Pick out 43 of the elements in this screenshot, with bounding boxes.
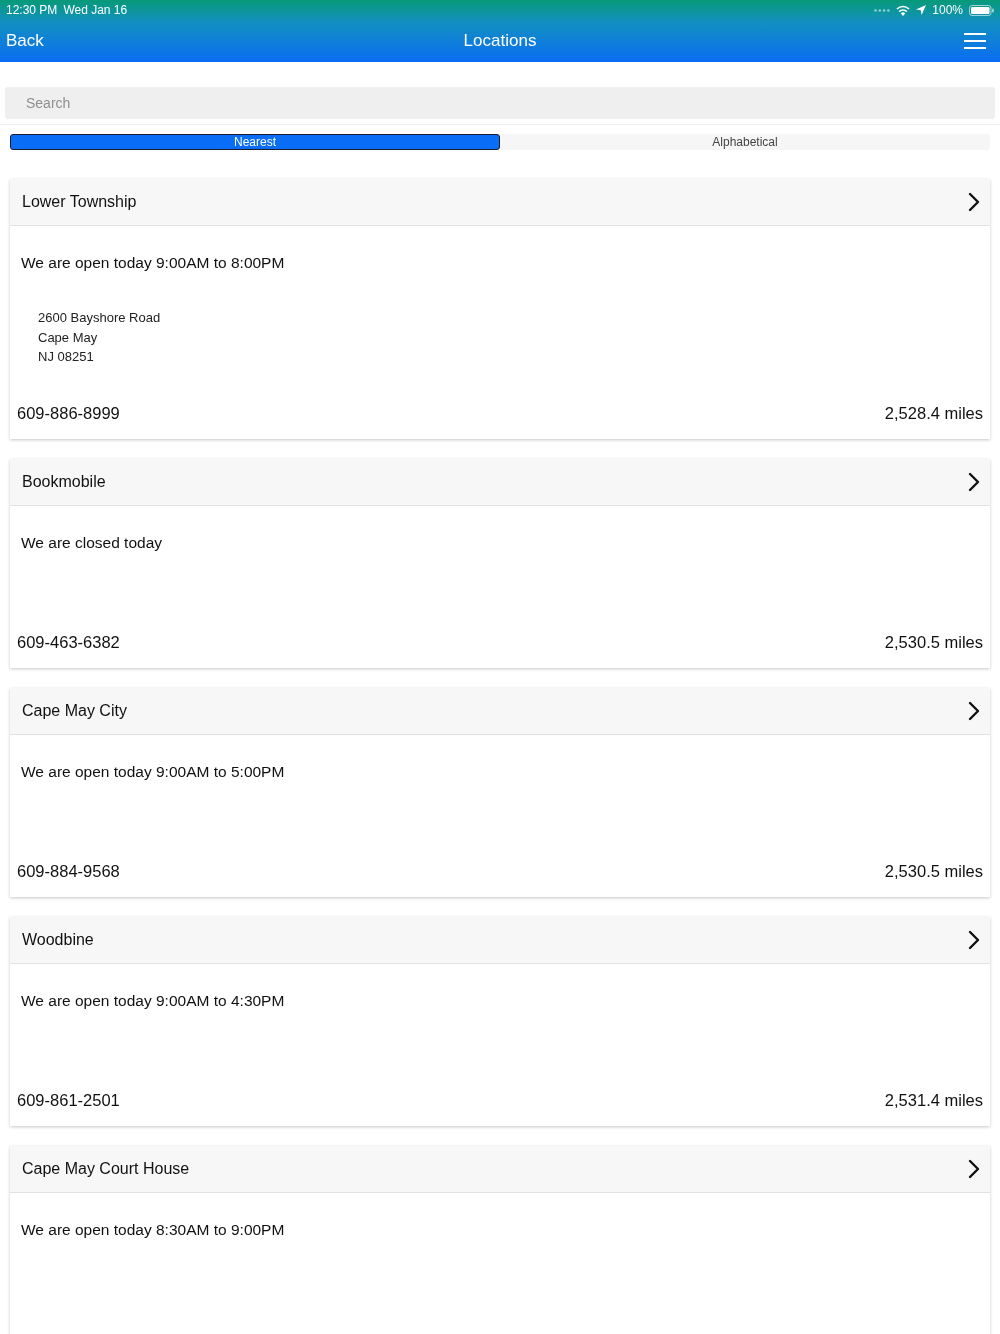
chevron-right-icon bbox=[968, 929, 980, 950]
phone-number: 609-463-6382 bbox=[17, 633, 120, 652]
location-name: Cape May Court House bbox=[22, 1159, 190, 1178]
location-header[interactable]: Cape May Court House bbox=[10, 1145, 990, 1193]
phone-number: 609-886-8999 bbox=[17, 404, 120, 423]
hours-text: We are open today 9:00AM to 4:30PM bbox=[21, 990, 285, 1011]
location-header[interactable]: Woodbine bbox=[10, 916, 990, 964]
chevron-right-icon bbox=[968, 192, 980, 212]
location-name: Bookmobile bbox=[22, 472, 106, 491]
address-line: 2600 Bayshore Road bbox=[38, 309, 161, 327]
wifi-icon bbox=[896, 4, 911, 16]
location-name: Woodbine bbox=[22, 930, 94, 949]
address-line: NJ 08251 bbox=[38, 348, 94, 366]
segment-tab[interactable]: Alphabetical bbox=[500, 134, 990, 150]
status-date: Wed Jan 16 bbox=[63, 3, 128, 17]
phone-number: 609-861-2501 bbox=[17, 1091, 120, 1110]
page-title: Locations bbox=[463, 31, 537, 51]
segment-tab[interactable]: Nearest bbox=[10, 134, 500, 150]
distance-text: 2,531.4 miles bbox=[884, 1091, 983, 1110]
location-header[interactable]: Lower Township bbox=[10, 179, 990, 226]
chevron-right-icon bbox=[968, 471, 980, 492]
battery-icon bbox=[969, 4, 994, 16]
distance-text: 2,528.4 miles bbox=[884, 404, 983, 423]
signal-dots-icon bbox=[874, 8, 891, 12]
location-name: Lower Township bbox=[22, 193, 137, 211]
address-line: Cape May bbox=[38, 328, 98, 347]
location-header[interactable]: Cape May City bbox=[10, 687, 990, 735]
location-name: Cape May City bbox=[22, 701, 127, 720]
menu-icon[interactable] bbox=[964, 33, 986, 49]
chevron-right-icon bbox=[968, 1158, 980, 1179]
battery-percent: 100% bbox=[932, 3, 963, 17]
hours-text: We are open today 8:30AM to 9:00PM bbox=[21, 1219, 285, 1240]
phone-number: 609-884-9568 bbox=[17, 862, 120, 881]
location-header[interactable]: Bookmobile bbox=[10, 458, 990, 506]
back-button[interactable]: Back bbox=[6, 31, 44, 51]
distance-text: 2,530.5 miles bbox=[884, 633, 983, 652]
hours-text: We are open today 9:00AM to 5:00PM bbox=[21, 761, 285, 782]
hours-text: We are open today 9:00AM to 8:00PM bbox=[21, 253, 285, 273]
hours-text: We are closed today bbox=[21, 532, 162, 553]
status-time: 12:30 PM bbox=[6, 3, 58, 17]
distance-text: 2,530.5 miles bbox=[884, 862, 983, 881]
chevron-right-icon bbox=[968, 700, 980, 721]
location-arrow-icon bbox=[916, 5, 927, 15]
